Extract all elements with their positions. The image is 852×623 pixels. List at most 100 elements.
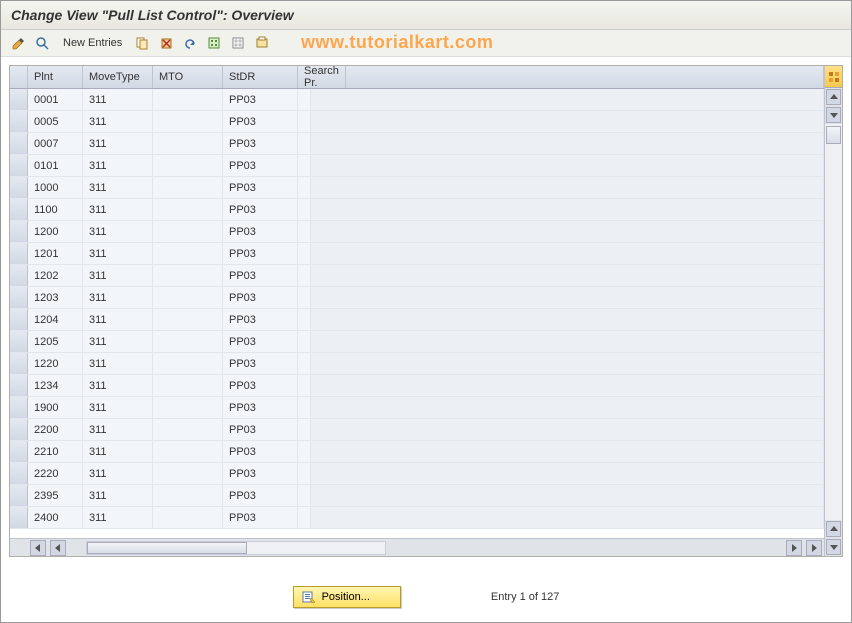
scroll-right-icon[interactable] [786,540,802,556]
vscroll-thumb[interactable] [826,126,841,144]
row-selector[interactable] [10,507,28,528]
cell-mto[interactable] [153,111,223,132]
cell-search[interactable] [298,309,311,330]
select-all-icon[interactable] [204,34,224,52]
cell-plnt[interactable]: 0005 [28,111,83,132]
table-row[interactable]: 2200311PP03 [10,419,824,441]
cell-mto[interactable] [153,375,223,396]
cell-mto[interactable] [153,441,223,462]
table-row[interactable]: 1000311PP03 [10,177,824,199]
cell-stdr[interactable]: PP03 [223,463,298,484]
table-row[interactable]: 1200311PP03 [10,221,824,243]
cell-movetype[interactable]: 311 [83,397,153,418]
table-row[interactable]: 0101311PP03 [10,155,824,177]
cell-search[interactable] [298,89,311,110]
row-selector[interactable] [10,221,28,242]
row-selector[interactable] [10,309,28,330]
horizontal-scrollbar[interactable] [10,538,824,556]
table-row[interactable]: 1900311PP03 [10,397,824,419]
cell-search[interactable] [298,287,311,308]
cell-mto[interactable] [153,177,223,198]
cell-search[interactable] [298,133,311,154]
row-selector-header[interactable] [10,66,28,88]
cell-movetype[interactable]: 311 [83,177,153,198]
row-selector[interactable] [10,463,28,484]
row-selector[interactable] [10,155,28,176]
row-selector[interactable] [10,265,28,286]
cell-search[interactable] [298,353,311,374]
table-row[interactable]: 2220311PP03 [10,463,824,485]
row-selector[interactable] [10,485,28,506]
cell-plnt[interactable]: 1204 [28,309,83,330]
cell-mto[interactable] [153,221,223,242]
cell-plnt[interactable]: 1203 [28,287,83,308]
row-selector[interactable] [10,353,28,374]
cell-movetype[interactable]: 311 [83,111,153,132]
cell-search[interactable] [298,177,311,198]
col-header-movetype[interactable]: MoveType [83,66,153,88]
col-header-plnt[interactable]: Plnt [28,66,83,88]
cell-plnt[interactable]: 1220 [28,353,83,374]
scroll-down-icon[interactable] [826,539,841,555]
cell-search[interactable] [298,199,311,220]
table-row[interactable]: 0007311 PP03 [10,133,824,155]
cell-plnt[interactable]: 1900 [28,397,83,418]
cell-search[interactable] [298,397,311,418]
col-header-search[interactable]: Search Pr. [298,66,346,88]
cell-search[interactable] [298,265,311,286]
cell-stdr[interactable]: PP03 [223,375,298,396]
cell-plnt[interactable]: 2200 [28,419,83,440]
find-icon[interactable] [33,34,53,52]
cell-search[interactable] [298,419,311,440]
cell-stdr[interactable]: PP03 [223,485,298,506]
table-row[interactable]: 2395311PP03 [10,485,824,507]
cell-plnt[interactable]: 1205 [28,331,83,352]
cell-movetype[interactable]: 311 [83,287,153,308]
cell-stdr[interactable]: PP03 [223,133,298,154]
hscroll-thumb[interactable] [87,542,247,554]
print-bc-set-icon[interactable] [252,34,272,52]
row-selector[interactable] [10,331,28,352]
cell-search[interactable] [298,441,311,462]
cell-search[interactable] [298,221,311,242]
cell-movetype[interactable]: 311 [83,265,153,286]
col-header-stdr[interactable]: StDR [223,66,298,88]
cell-movetype[interactable]: 311 [83,309,153,330]
cell-plnt[interactable]: 1202 [28,265,83,286]
cell-mto[interactable] [153,243,223,264]
cell-plnt[interactable]: 1234 [28,375,83,396]
cell-movetype[interactable]: 311 [83,133,153,154]
copy-icon[interactable] [132,34,152,52]
table-row[interactable]: 2210311PP03 [10,441,824,463]
cell-stdr[interactable]: PP03 [223,353,298,374]
table-row[interactable]: 1220311PP03 [10,353,824,375]
cell-movetype[interactable]: 311 [83,463,153,484]
cell-plnt[interactable]: 1000 [28,177,83,198]
cell-plnt[interactable]: 2400 [28,507,83,528]
row-selector[interactable] [10,419,28,440]
cell-stdr[interactable]: PP03 [223,331,298,352]
cell-movetype[interactable]: 311 [83,89,153,110]
scroll-up2-icon[interactable] [826,521,841,537]
cell-mto[interactable] [153,265,223,286]
cell-stdr[interactable]: PP03 [223,89,298,110]
cell-stdr[interactable]: PP03 [223,199,298,220]
row-selector[interactable] [10,397,28,418]
cell-mto[interactable] [153,485,223,506]
cell-search[interactable] [298,485,311,506]
vertical-scrollbar[interactable] [824,66,842,556]
row-selector[interactable] [10,375,28,396]
row-selector[interactable] [10,243,28,264]
table-row[interactable]: 1234311 PP03 [10,375,824,397]
cell-movetype[interactable]: 311 [83,375,153,396]
cell-stdr[interactable]: PP03 [223,243,298,264]
table-row[interactable]: 0005311PP03 [10,111,824,133]
table-row[interactable]: 1204311PP03 [10,309,824,331]
scroll-down-small-icon[interactable] [826,107,841,123]
scroll-left2-icon[interactable] [50,540,66,556]
cell-mto[interactable] [153,353,223,374]
delete-icon[interactable] [156,34,176,52]
cell-stdr[interactable]: PP03 [223,287,298,308]
cell-plnt[interactable]: 0007 [28,133,83,154]
scroll-left-icon[interactable] [30,540,46,556]
